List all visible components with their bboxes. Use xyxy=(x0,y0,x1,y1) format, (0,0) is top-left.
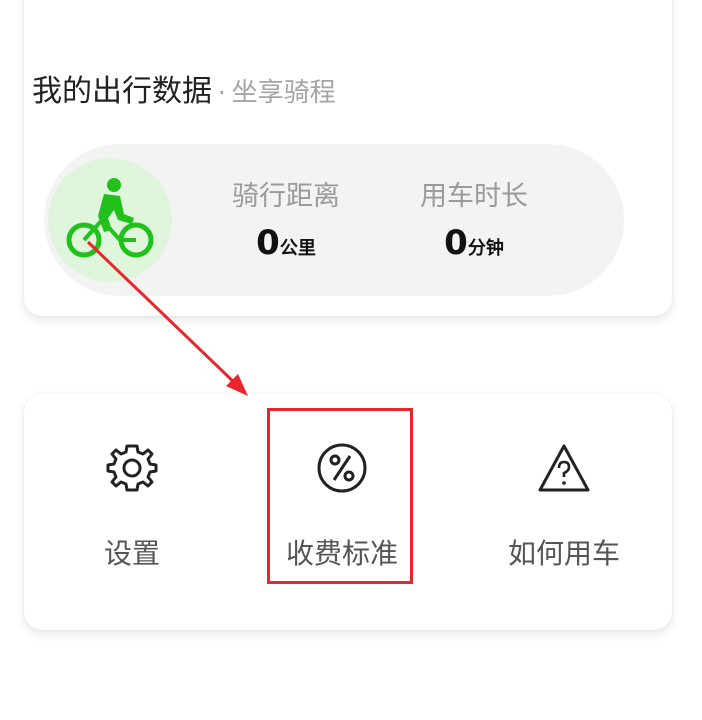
annotation-arrow-icon xyxy=(86,240,248,396)
